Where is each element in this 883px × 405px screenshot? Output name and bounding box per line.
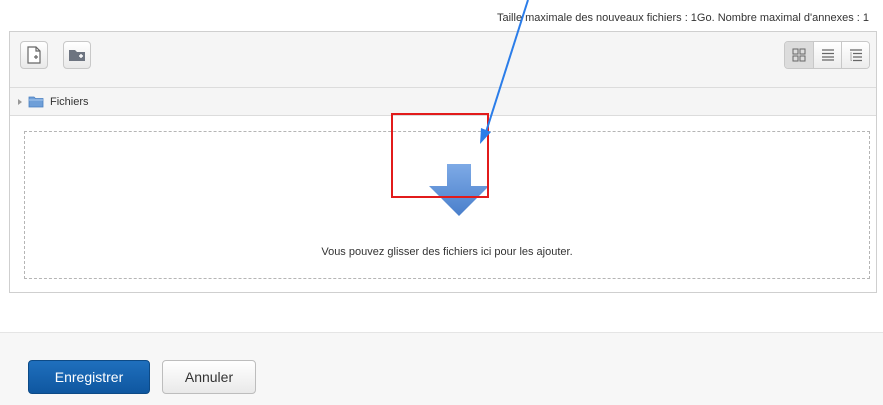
list-view-button[interactable] — [813, 42, 841, 68]
tree-view-icon — [849, 48, 862, 61]
add-file-button[interactable] — [20, 41, 48, 69]
add-file-icon — [27, 46, 41, 64]
drop-zone-instructions: Vous pouvez glisser des fichiers ici pou… — [321, 246, 573, 258]
tree-view-button[interactable] — [841, 42, 869, 68]
create-folder-button[interactable] — [63, 41, 91, 69]
form-footer: Enregistrer Annuler — [0, 332, 883, 405]
create-folder-icon — [69, 50, 85, 61]
breadcrumb-folder-label[interactable]: Fichiers — [50, 96, 89, 108]
page: Taille maximale des nouveaux fichiers : … — [0, 0, 883, 405]
expand-caret-icon[interactable] — [16, 98, 24, 106]
file-manager-toolbar — [10, 32, 876, 88]
folder-icon — [28, 96, 44, 107]
save-button[interactable]: Enregistrer — [28, 360, 150, 394]
icons-view-button[interactable] — [785, 42, 813, 68]
annotation-highlight-box — [391, 113, 489, 198]
list-view-icon — [821, 49, 834, 61]
view-switcher — [784, 41, 870, 69]
cancel-button[interactable]: Annuler — [162, 360, 256, 394]
icons-view-icon — [792, 48, 806, 62]
breadcrumb: Fichiers — [10, 88, 876, 116]
upload-limits-text: Taille maximale des nouveaux fichiers : … — [497, 12, 869, 24]
